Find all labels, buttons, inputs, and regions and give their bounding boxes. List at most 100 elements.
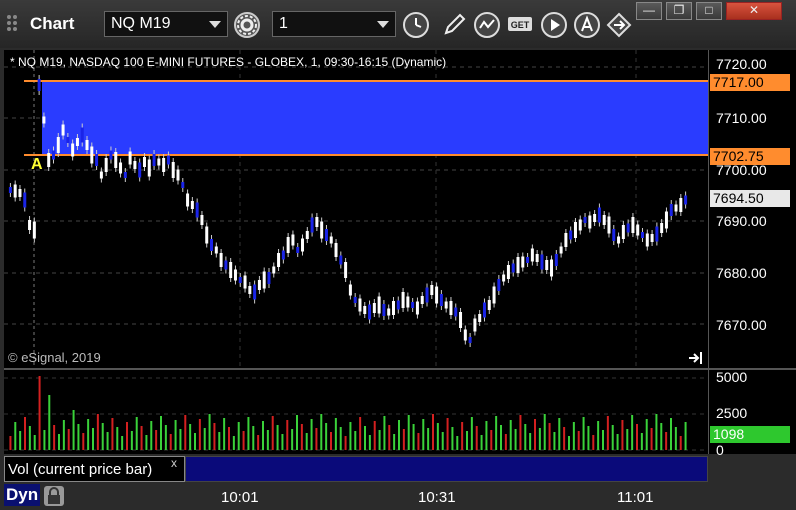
- volume-bar: [393, 434, 396, 450]
- volume-bar: [43, 430, 46, 450]
- volume-bar: [616, 434, 619, 450]
- volume-bar: [286, 420, 289, 450]
- candle-body: [128, 151, 132, 165]
- window-grip-icon[interactable]: [4, 12, 26, 34]
- candle-body: [277, 253, 281, 267]
- candle-body: [550, 259, 554, 277]
- volume-bar: [325, 423, 328, 450]
- candle-body: [645, 233, 649, 247]
- candle-body: [674, 204, 678, 212]
- volume-bar: [640, 433, 643, 450]
- volume-tick: 2500: [716, 405, 748, 421]
- svg-text:GET: GET: [511, 20, 530, 30]
- volume-bar: [364, 426, 366, 450]
- volume-chart-canvas: [4, 376, 708, 451]
- candle-body: [358, 298, 362, 312]
- candle-body: [516, 257, 520, 273]
- price-tick: 7710.00: [716, 110, 767, 126]
- candle-body: [281, 250, 285, 260]
- candle-body: [679, 198, 683, 212]
- play-icon[interactable]: [540, 11, 568, 39]
- candle-body: [61, 124, 65, 136]
- candle-body: [396, 300, 400, 310]
- candle-body: [66, 137, 70, 143]
- scroll-to-end-icon[interactable]: [688, 350, 704, 366]
- candle-body: [411, 302, 415, 308]
- volume-bar: [407, 415, 410, 450]
- volume-bar: [281, 434, 284, 450]
- candle-body: [535, 254, 539, 262]
- volume-bar: [53, 425, 56, 450]
- study-icon[interactable]: [473, 11, 501, 39]
- get-icon[interactable]: GET: [506, 11, 534, 39]
- interval-value: 1: [279, 15, 288, 32]
- candle-body: [684, 195, 688, 205]
- dynamic-button[interactable]: Dyn: [4, 484, 41, 506]
- candle-body: [200, 215, 204, 225]
- pencil-icon[interactable]: [440, 11, 468, 39]
- volume-bar: [296, 415, 298, 450]
- volume-bar: [266, 430, 269, 450]
- volume-bar: [208, 414, 211, 450]
- restore-button[interactable]: ❐: [666, 2, 692, 20]
- lock-icon[interactable]: [44, 486, 64, 506]
- maximize-button[interactable]: □: [696, 2, 722, 20]
- price-chart[interactable]: [4, 50, 708, 368]
- volume-bar: [28, 426, 31, 450]
- candle-body: [621, 225, 625, 239]
- candle-body: [13, 184, 17, 198]
- candle-body: [248, 286, 252, 294]
- candle-body: [482, 302, 486, 318]
- volume-bar: [111, 418, 114, 450]
- volume-bar: [446, 418, 449, 450]
- volume-bar: [602, 430, 604, 450]
- close-study-icon[interactable]: x: [171, 456, 177, 470]
- settings-gear-icon[interactable]: [233, 11, 261, 39]
- candle-body: [612, 229, 616, 241]
- candle-body: [573, 222, 577, 238]
- candle-body: [47, 153, 51, 167]
- volume-bar: [33, 435, 36, 450]
- minimize-button[interactable]: —: [636, 2, 662, 20]
- price-tick: 7670.00: [716, 317, 767, 333]
- clock-icon[interactable]: [402, 11, 430, 39]
- volume-bar: [14, 422, 17, 450]
- candle-body: [583, 217, 587, 223]
- candle-body: [51, 150, 55, 160]
- volume-bar: [135, 417, 138, 450]
- candle-body: [559, 246, 563, 254]
- volume-bar: [101, 423, 104, 450]
- volume-bar: [582, 417, 585, 450]
- chevron-down-icon: [377, 21, 389, 28]
- interval-selector[interactable]: 1: [272, 11, 396, 37]
- price-tick: 7690.00: [716, 213, 767, 229]
- volume-bar: [456, 436, 459, 450]
- volume-bar: [19, 431, 22, 450]
- volume-bar: [252, 426, 255, 450]
- volume-bar: [155, 430, 158, 450]
- volume-bar: [417, 433, 420, 450]
- volume-chart[interactable]: [4, 370, 708, 454]
- candle-body: [80, 127, 84, 143]
- volume-bar: [145, 435, 148, 450]
- volume-bar: [242, 431, 245, 450]
- candle-body: [353, 297, 357, 303]
- volume-bar: [291, 429, 294, 450]
- volume-bar: [9, 436, 12, 450]
- volume-bar: [558, 418, 561, 450]
- transfer-icon[interactable]: [605, 11, 633, 39]
- volume-bar: [72, 410, 75, 450]
- candle-body: [253, 284, 257, 300]
- volume-bar: [359, 417, 362, 450]
- volume-bar: [24, 417, 26, 450]
- volume-bar: [466, 431, 468, 450]
- volume-bar: [96, 414, 99, 450]
- alert-icon[interactable]: [573, 11, 601, 39]
- volume-bar: [140, 426, 143, 450]
- candle-body: [669, 204, 673, 216]
- close-button[interactable]: ✕: [726, 2, 782, 20]
- candle-body: [368, 304, 372, 320]
- volume-bar: [354, 431, 357, 450]
- volume-bar: [665, 432, 668, 450]
- symbol-selector[interactable]: NQ M19: [104, 11, 228, 37]
